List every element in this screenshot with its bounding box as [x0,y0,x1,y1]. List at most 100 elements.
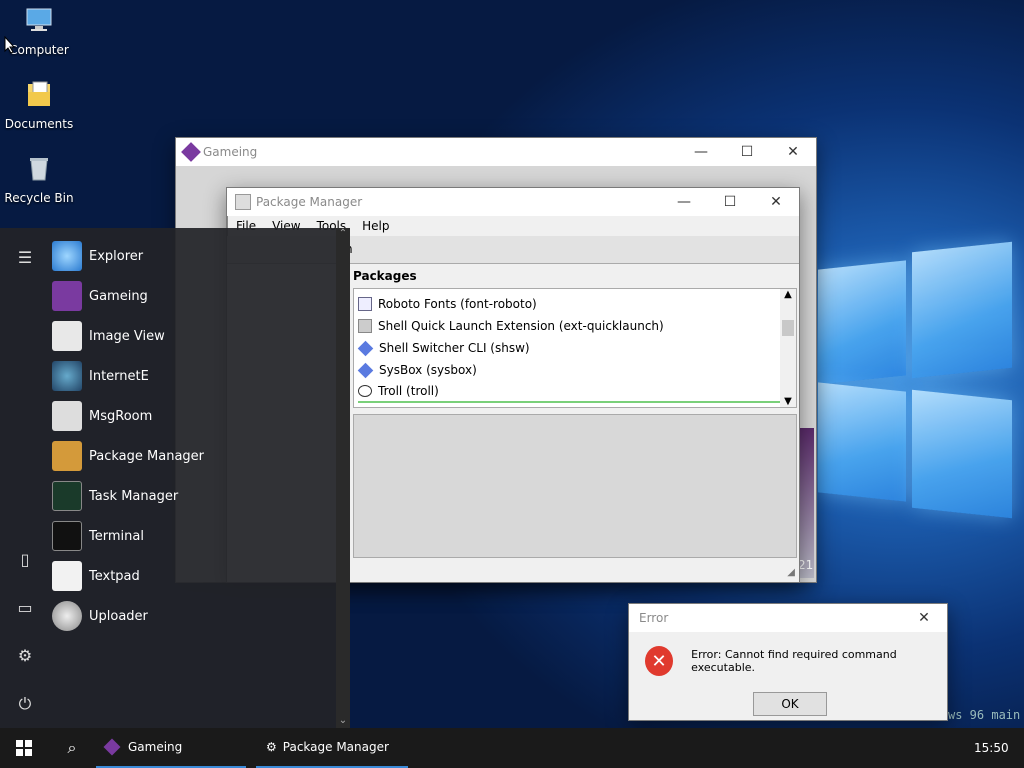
package-name: Shell Quick Launch Extension (ext-quickl… [378,319,664,333]
package-name: Troll (troll) [378,384,439,398]
start-app-task-manager[interactable]: Task Manager [52,478,178,514]
hamburger-menu-icon[interactable]: ☰ [15,248,35,268]
package-manager-gear-icon: ⚙ [266,740,277,754]
document-icon[interactable]: ▯ [15,550,35,570]
scroll-thumb[interactable] [782,320,794,336]
gameing-cube-icon [103,738,121,756]
app-label: Textpad [89,568,140,584]
resize-grip-icon[interactable]: ◢ [787,567,795,578]
list-item[interactable]: SysBox (sysbox) [357,359,796,381]
start-app-gameing[interactable]: Gameing [52,278,148,314]
taskbar-item-label: Gameing [128,740,183,754]
start-app-internete[interactable]: InternetE [52,358,149,394]
troll-face-icon [358,385,372,397]
package-name: Roboto Fonts (font-roboto) [378,297,537,311]
search-button[interactable]: ⌕ [48,728,96,768]
desktop-icon-label: Documents [4,117,74,131]
notepad-icon [52,561,82,591]
pictures-icon[interactable]: ▭ [15,598,35,618]
error-dialog: Error ✕ ✕ Error: Cannot find required co… [628,603,948,721]
image-file-icon [52,321,82,351]
chat-computer-icon [52,401,82,431]
menu-help[interactable]: Help [362,219,389,233]
power-icon[interactable]: ⏻ [15,694,35,714]
taskbar-item-gameing[interactable]: Gameing [96,728,246,768]
taskbar-item-package-manager[interactable]: ⚙ Package Manager [256,728,408,768]
package-box-icon [52,441,82,471]
app-label: Image View [89,328,165,344]
package-list[interactable]: ▲ ▼ Roboto Fonts (font-roboto) Shell Qui… [353,288,797,408]
mouse-cursor-icon [4,36,16,54]
list-scrollbar[interactable]: ▲ ▼ [780,289,796,407]
gameing-cube-icon [52,281,82,311]
package-name: SysBox (sysbox) [379,363,477,377]
start-app-package-manager[interactable]: Package Manager [52,438,204,474]
search-icon: ⌕ [67,738,77,757]
error-titlebar[interactable]: Error ✕ [629,604,947,632]
app-label: Explorer [89,248,144,264]
start-app-explorer[interactable]: Explorer [52,238,143,274]
start-app-msgroom[interactable]: MsgRoom [52,398,152,434]
start-app-textpad[interactable]: Textpad [52,558,140,594]
diamond-package-icon [357,340,374,356]
start-app-terminal[interactable]: Terminal [52,518,144,554]
uploader-disc-icon [52,601,82,631]
folder-documents-icon [28,81,50,106]
start-button[interactable] [0,728,48,768]
scroll-up-icon[interactable]: ▲ [780,289,796,300]
windows-start-icon [16,740,32,756]
task-graph-icon [52,481,82,511]
app-label: Package Manager [89,448,205,464]
window-title: Gameing [203,145,258,159]
minimize-button[interactable]: — [678,138,724,166]
extension-package-icon [358,319,372,333]
maximize-button[interactable]: ☐ [724,138,770,166]
font-package-icon [358,297,372,311]
explorer-icon [52,241,82,271]
desktop-icon-recycle-bin[interactable]: Recycle Bin [4,152,74,205]
list-item[interactable]: Shell Quick Launch Extension (ext-quickl… [358,315,796,337]
app-label: Terminal [89,528,144,544]
window-title: Package Manager [256,195,363,209]
package-details-pane [353,414,797,558]
terminal-icon [52,521,82,551]
computer-icon [26,8,52,31]
app-label: Gameing [89,288,148,304]
start-app-image-view[interactable]: Image View [52,318,165,354]
chevron-up-icon[interactable]: ⌃ [336,228,350,239]
windows-logo-wallpaper [800,235,1020,555]
close-button[interactable]: ✕ [753,188,799,216]
error-message: Error: Cannot find required command exec… [691,648,897,674]
chevron-down-icon[interactable]: ⌄ [336,715,350,726]
package-manager-gear-icon [235,194,251,210]
start-menu: ☰ ▯ ▭ ⚙ ⏻ Explorer Gameing Image View In… [0,228,350,728]
app-label: Task Manager [89,488,179,504]
dialog-title: Error [639,611,669,625]
gameing-cube-icon [181,142,201,162]
version-watermark: ws 96 main [948,708,1021,722]
maximize-button[interactable]: ☐ [707,188,753,216]
minimize-button[interactable]: — [661,188,707,216]
gameing-titlebar[interactable]: Gameing — ☐ ✕ [176,138,816,166]
start-app-uploader[interactable]: Uploader [52,598,148,634]
start-menu-sidebar: ☰ ▯ ▭ ⚙ ⏻ [0,228,50,728]
app-label: InternetE [89,368,149,384]
list-item[interactable]: Roboto Fonts (font-roboto) [358,293,796,315]
list-item[interactable]: Troll (troll) [358,381,782,403]
error-icon: ✕ [645,646,674,676]
close-button[interactable]: ✕ [770,138,816,166]
desktop-icon-documents[interactable]: Documents [4,78,74,131]
settings-gear-icon[interactable]: ⚙ [15,646,35,666]
start-menu-scrollbar[interactable]: ⌃ ⌄ [336,228,350,728]
taskbar: ⌕ Gameing ⚙ Package Manager 15:50 [0,728,1024,768]
app-label: Uploader [89,608,148,624]
taskbar-clock[interactable]: 15:50 [974,741,1024,755]
close-button[interactable]: ✕ [901,604,947,632]
diamond-package-icon [357,362,374,378]
scroll-down-icon[interactable]: ▼ [780,396,796,407]
ok-button[interactable]: OK [753,692,827,716]
package-manager-titlebar[interactable]: Package Manager — ☐ ✕ [227,188,799,216]
list-item[interactable]: Shell Switcher CLI (shsw) [357,337,796,359]
package-name: Shell Switcher CLI (shsw) [379,341,530,355]
recycle-bin-icon [30,158,48,181]
